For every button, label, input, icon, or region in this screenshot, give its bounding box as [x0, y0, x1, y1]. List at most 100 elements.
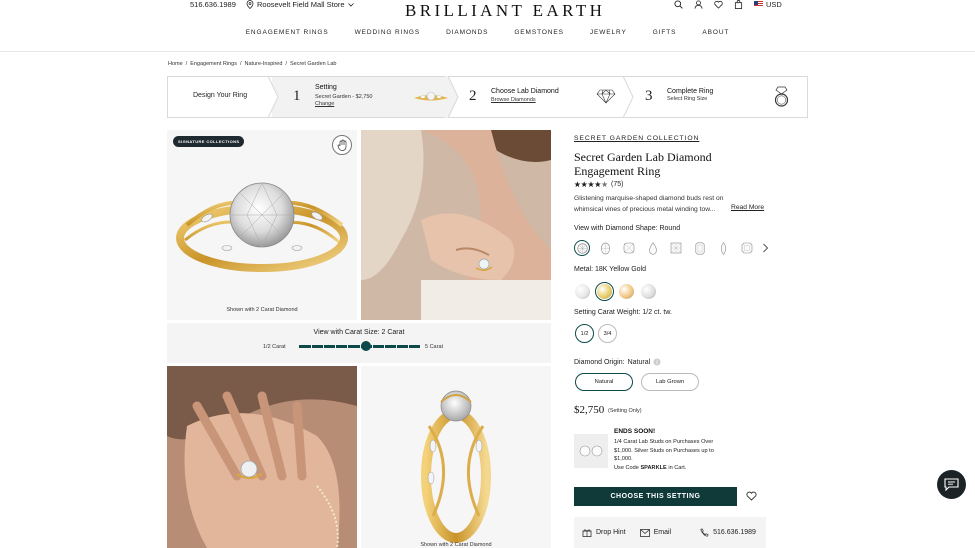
diamond-icon — [596, 89, 616, 104]
hand-icon — [337, 139, 346, 151]
weight-label: Setting Carat Weight: — [574, 309, 641, 316]
call-button[interactable]: 516.636.1989 — [700, 528, 756, 537]
description-fade — [715, 204, 732, 214]
metal-swatch[interactable] — [619, 284, 634, 299]
origin-natural-button[interactable]: Natural — [575, 373, 633, 391]
account-icon[interactable] — [694, 0, 703, 9]
chevron-right-icon[interactable] — [762, 243, 769, 253]
carat-slider-tick — [408, 345, 409, 348]
product-description: Glistening marquise-shaped diamond buds … — [574, 195, 724, 213]
star-rating-icon — [574, 181, 608, 188]
collection-link[interactable]: SECRET GARDEN COLLECTION — [574, 135, 699, 142]
metal-label-row: Metal: 18K Yellow Gold — [574, 266, 646, 273]
promo-code-suffix: in Cart. — [668, 464, 687, 471]
metal-swatch[interactable] — [595, 282, 614, 301]
step-2-browse-link[interactable]: Browse Diamonds — [491, 97, 536, 103]
currency-label: USD — [766, 0, 782, 9]
rating[interactable]: (75) — [574, 181, 623, 188]
setting-weight-label-row: Setting Carat Weight: 1/2 ct. tw. — [574, 309, 672, 316]
shape-cushion[interactable] — [621, 240, 637, 256]
asscher-diamond-icon — [741, 242, 752, 254]
shape-asscher[interactable] — [739, 240, 755, 256]
wishlist-heart-icon[interactable] — [746, 491, 757, 501]
star — [594, 181, 601, 188]
brand-logo[interactable]: BRILLIANT EARTH — [405, 1, 605, 21]
search-icon[interactable] — [674, 0, 683, 9]
shape-round[interactable] — [574, 240, 590, 256]
weight-option-three-quarter[interactable]: 3/4 — [598, 324, 617, 343]
round-diamond-icon — [576, 242, 588, 254]
shape-oval[interactable] — [598, 240, 614, 256]
breadcrumb-nature-inspired[interactable]: Nature-Inspired — [245, 61, 283, 67]
step-chevron — [267, 76, 279, 118]
drop-hint-label: Drop Hint — [596, 529, 626, 536]
cushion-diamond-icon — [623, 242, 635, 254]
carat-slider-tick — [323, 345, 324, 348]
read-more-link[interactable]: Read More — [731, 204, 764, 211]
breadcrumb-separator: / — [239, 61, 242, 67]
metal-swatch[interactable] — [575, 284, 590, 299]
try-on-hand-button[interactable] — [332, 135, 352, 155]
step-1-number: 1 — [293, 88, 301, 104]
product-image-main[interactable] — [167, 130, 357, 320]
promo-description: 1/4 Carat Lab Studs on Purchases Over $1… — [614, 439, 714, 462]
step-2-title: Choose Lab Diamond — [491, 88, 559, 95]
review-count: (75) — [611, 181, 624, 188]
product-image-on-hand-1[interactable] — [361, 130, 551, 320]
princess-diamond-icon — [670, 242, 682, 254]
breadcrumb-engagement-rings[interactable]: Engagement Rings — [190, 61, 237, 67]
ring-icon — [774, 86, 789, 107]
carat-size-title: View with Carat Size: 2 Carat — [167, 329, 551, 336]
carat-slider-tick — [311, 345, 312, 348]
shape-princess[interactable] — [668, 240, 684, 256]
hand-with-ring-image — [167, 366, 357, 548]
shape-pear[interactable] — [645, 240, 661, 256]
store-selector[interactable]: Roosevelt Field Mall Store — [246, 0, 354, 9]
shape-marquise[interactable] — [715, 240, 731, 256]
main-nav: ENGAGEMENT RINGS WEDDING RINGS DIAMONDS … — [0, 29, 975, 36]
ring-side-view-image — [421, 390, 491, 543]
diamond-shape-label: View with Diamond Shape: Round — [574, 225, 680, 232]
star — [581, 181, 588, 188]
emerald-diamond-icon — [695, 242, 704, 254]
step-3-subtitle: Select Ring Size — [667, 96, 708, 102]
heart-icon[interactable] — [714, 0, 723, 9]
metal-swatch[interactable] — [641, 284, 656, 299]
bag-icon[interactable] — [734, 0, 743, 9]
chat-button[interactable] — [937, 470, 966, 499]
shape-value: Round — [659, 225, 681, 232]
carat-size-value: 2 Carat — [381, 329, 405, 336]
email-button[interactable]: Email — [639, 528, 671, 537]
nav-wedding-rings[interactable]: WEDDING RINGS — [355, 29, 421, 36]
choose-setting-button[interactable]: CHOOSE THIS SETTING — [574, 487, 737, 506]
drop-hint-button[interactable]: Drop Hint — [582, 528, 626, 537]
weight-option-half[interactable]: 1/2 — [575, 324, 594, 343]
carat-min-label: 1/2 Carat — [263, 344, 286, 350]
header-phone[interactable]: 516.636.1989 — [190, 0, 236, 9]
carat-slider-tick — [335, 345, 336, 348]
carat-size-label: View with Carat Size: — [313, 329, 380, 336]
diamond-origin-label-row: Diamond Origin: Natural — [574, 358, 661, 366]
step-1-change-link[interactable]: Change — [315, 101, 334, 107]
nav-engagement-rings[interactable]: ENGAGEMENT RINGS — [246, 29, 329, 36]
nav-gifts[interactable]: GIFTS — [653, 29, 677, 36]
image-caption-side: Shown with 2 Carat Diamond — [420, 542, 492, 548]
origin-lab-grown-button[interactable]: Lab Grown — [641, 373, 699, 391]
price-note: (Setting Only) — [608, 408, 642, 414]
currency-selector[interactable]: USD — [754, 0, 782, 9]
setting-thumbnail — [414, 91, 448, 101]
step-1-title: Setting — [315, 84, 337, 91]
weight-value: 1/2 ct. tw. — [642, 309, 672, 316]
info-icon[interactable] — [653, 358, 661, 366]
nav-about[interactable]: ABOUT — [702, 29, 729, 36]
promo-text: 1/4 Carat Lab Studs on Purchases Over $1… — [614, 438, 726, 472]
nav-diamonds[interactable]: DIAMONDS — [446, 29, 488, 36]
nav-jewelry[interactable]: JEWELRY — [590, 29, 627, 36]
carat-slider-handle[interactable] — [360, 341, 371, 351]
breadcrumb-home[interactable]: Home — [168, 61, 183, 67]
product-image-side-view[interactable] — [361, 366, 551, 548]
nav-gemstones[interactable]: GEMSTONES — [514, 29, 564, 36]
promo-code-prefix: Use Code — [614, 464, 639, 471]
product-image-on-hand-2[interactable] — [167, 366, 357, 548]
shape-emerald[interactable] — [692, 240, 708, 256]
